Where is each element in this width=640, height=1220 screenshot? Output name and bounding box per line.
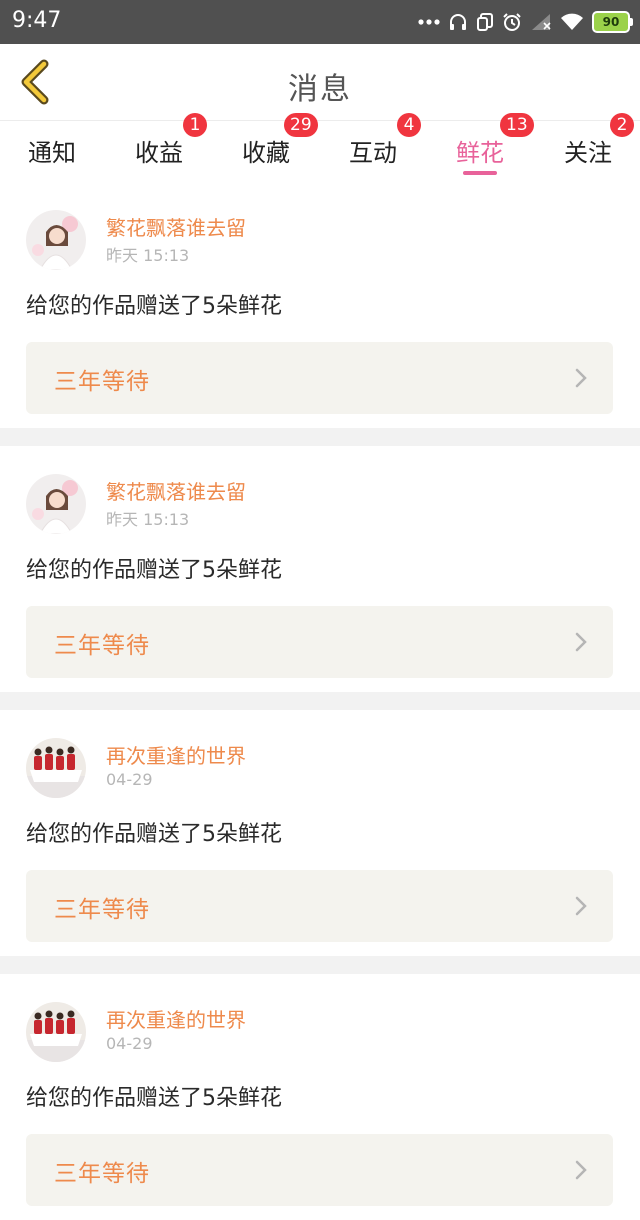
message-text: 给您的作品赠送了5朵鲜花 — [26, 294, 282, 319]
avatar[interactable] — [26, 474, 86, 534]
status-icons: 90 — [418, 8, 633, 36]
chevron-right-icon — [575, 632, 587, 652]
page-title: 消息 — [288, 72, 352, 107]
message-card: 再次重逢的世界 04-29 给您的作品赠送了5朵鲜花 三年等待 — [0, 720, 640, 956]
message-card: 繁花飘落谁去留 昨天 15:13 给您的作品赠送了5朵鲜花 三年等待 — [0, 192, 640, 428]
tab-follow[interactable]: 关注 2 — [536, 113, 640, 179]
wifi-icon — [560, 13, 584, 31]
headset-icon — [448, 12, 468, 32]
message-time: 昨天 15:13 — [106, 510, 190, 529]
unread-badge: 2 — [610, 113, 634, 137]
avatar[interactable] — [26, 210, 86, 270]
unread-badge: 4 — [397, 113, 421, 137]
active-tab-indicator — [463, 171, 497, 175]
tab-label: 通知 — [28, 139, 76, 167]
sender-name[interactable]: 繁花飘落谁去留 — [106, 476, 246, 505]
work-link[interactable]: 三年等待 — [26, 870, 613, 942]
tab-label: 互动 — [349, 139, 397, 167]
battery-icon: 90 — [592, 11, 633, 33]
app-header: 消息 — [0, 44, 640, 120]
unread-badge: 29 — [284, 113, 318, 137]
signal-icon — [530, 13, 552, 31]
message-text: 给您的作品赠送了5朵鲜花 — [26, 1086, 282, 1111]
unread-badge: 13 — [500, 113, 534, 137]
tab-bar: 通知 收益 1 收藏 29 互动 4 鲜花 13 关注 2 — [0, 113, 640, 179]
message-text: 给您的作品赠送了5朵鲜花 — [26, 822, 282, 847]
sender-name[interactable]: 再次重逢的世界 — [106, 1004, 246, 1033]
tab-interaction[interactable]: 互动 4 — [321, 113, 425, 179]
copy-icon — [476, 12, 494, 32]
avatar[interactable] — [26, 1002, 86, 1062]
work-title: 三年等待 — [54, 897, 150, 923]
work-title: 三年等待 — [54, 633, 150, 659]
tab-label: 收藏 — [242, 139, 290, 167]
work-title: 三年等待 — [54, 1161, 150, 1187]
work-link[interactable]: 三年等待 — [26, 606, 613, 678]
work-link[interactable]: 三年等待 — [26, 1134, 613, 1206]
tab-label: 关注 — [564, 139, 612, 167]
divider — [0, 428, 640, 446]
alarm-icon — [502, 12, 522, 32]
work-link[interactable]: 三年等待 — [26, 342, 613, 414]
tab-label: 鲜花 — [456, 139, 504, 167]
message-card: 繁花飘落谁去留 昨天 15:13 给您的作品赠送了5朵鲜花 三年等待 — [0, 456, 640, 692]
divider — [0, 692, 640, 710]
tab-label: 收益 — [135, 139, 183, 167]
sender-name[interactable]: 再次重逢的世界 — [106, 740, 246, 769]
work-title: 三年等待 — [54, 369, 150, 395]
tab-favorites[interactable]: 收藏 29 — [214, 113, 318, 179]
message-text: 给您的作品赠送了5朵鲜花 — [26, 558, 282, 583]
message-time: 昨天 15:13 — [106, 246, 190, 265]
status-time: 9:47 — [12, 8, 62, 33]
message-time: 04-29 — [106, 1034, 153, 1053]
tab-notice[interactable]: 通知 — [0, 121, 104, 179]
avatar[interactable] — [26, 738, 86, 798]
chevron-right-icon — [575, 896, 587, 916]
chevron-right-icon — [575, 1160, 587, 1180]
chevron-right-icon — [575, 368, 587, 388]
divider — [0, 956, 640, 974]
unread-badge: 1 — [183, 113, 207, 137]
tab-flowers[interactable]: 鲜花 13 — [428, 113, 534, 179]
status-bar: 9:47 90 — [0, 0, 640, 44]
message-card: 再次重逢的世界 04-29 给您的作品赠送了5朵鲜花 三年等待 — [0, 984, 640, 1220]
tab-earnings[interactable]: 收益 1 — [107, 113, 211, 179]
sender-name[interactable]: 繁花飘落谁去留 — [106, 212, 246, 241]
message-time: 04-29 — [106, 770, 153, 789]
more-dots-icon — [418, 18, 440, 26]
